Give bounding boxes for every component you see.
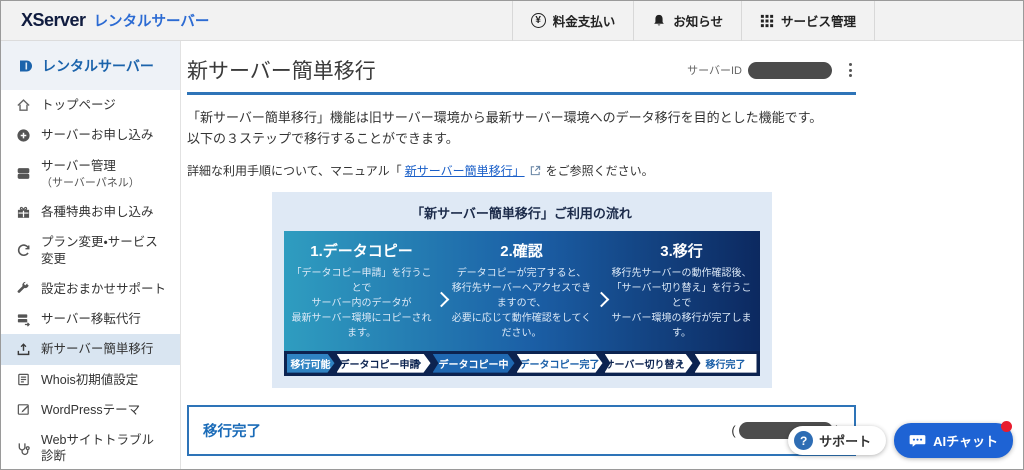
sidebar-item-setup-support[interactable]: 設定おまかせサポート (1, 274, 180, 304)
migration-status-strip: 移行可能 データコピー申請 データコピー中 データコピー完了 サーバー切り替え … (283, 350, 760, 376)
sidebar-item-sublabel: （サーバーパネル） (41, 176, 140, 189)
sidebar-item-new-server-migration[interactable]: 新サーバー簡単移行 (1, 334, 180, 365)
kebab-menu-icon[interactable] (845, 61, 856, 79)
title-row: 新サーバー簡単移行 サーバーID (187, 55, 856, 95)
sidebar-item-top-page[interactable]: トップページ (1, 90, 180, 120)
status-step-migratable: 移行可能 (287, 354, 335, 373)
service-management-menu-item[interactable]: サービス管理 (740, 1, 874, 41)
document-icon (17, 373, 29, 386)
flow-title: 「新サーバー簡単移行」ご利用の流れ (411, 205, 632, 221)
question-icon: ? (794, 431, 814, 450)
migration-complete-label: 移行完了 (203, 423, 261, 440)
ai-chat-label: AIチャット (933, 434, 998, 449)
sidebar-item-server-transfer[interactable]: サーバー移転代行 (1, 304, 180, 334)
chevron-right-icon (593, 240, 610, 341)
sidebar-item-label: 各種特典お申し込み (41, 205, 154, 220)
plus-circle-icon (16, 129, 30, 142)
service-management-label: サービス管理 (780, 15, 856, 29)
server-id-redacted (748, 61, 832, 79)
support-label: サポート (819, 434, 872, 449)
sidebar-item-label: トップページ (41, 98, 116, 112)
topbar: XServer レンタルサーバー ¥ 料金支払い お知らせ サービス管理 (1, 1, 1023, 41)
refresh-icon (17, 244, 29, 257)
flow-step-3-title: 3.移行 (660, 242, 703, 260)
sidebar-item-wordpress-theme[interactable]: WordPressテーマ (1, 395, 180, 425)
payment-label: 料金支払い (552, 15, 616, 29)
flow-step-1: 1.データコピー 「データコピー申請」を行うことで サーバー内のデータが 最新サ… (290, 240, 434, 341)
sidebar-item-website-diagnosis[interactable]: Webサイトトラブル診断 (1, 425, 180, 469)
flow-gradient-box: 1.データコピー 「データコピー申請」を行うことで サーバー内のデータが 最新サ… (283, 230, 760, 376)
server-transfer-icon (17, 314, 30, 327)
manual-note: 詳細な利用手順について、マニュアル「 新サーバー簡単移行」 をご参照ください。 (187, 162, 654, 179)
theme-icon (17, 404, 29, 416)
app-window: XServer レンタルサーバー ¥ 料金支払い お知らせ サービス管理 レンタ… (0, 0, 1024, 470)
grid-icon (760, 14, 774, 27)
flow-step-2-title: 2.確認 (500, 242, 543, 260)
flow-step-2: 2.確認 データコピーが完了すると、 移行先サーバーへアクセスできますので、 必… (450, 240, 594, 341)
flow-step-1-title: 1.データコピー (310, 242, 413, 260)
sidebar-item-label: サーバー移転代行 (41, 312, 141, 327)
gift-icon (17, 206, 29, 218)
brand-logo[interactable]: XServer レンタルサーバー (1, 10, 209, 31)
status-step-copy-complete: データコピー完了 (517, 354, 603, 373)
upload-icon (17, 343, 29, 355)
page-title: 新サーバー簡単移行 (187, 60, 376, 83)
sidebar-item-benefits-application[interactable]: 各種特典お申し込み (1, 197, 180, 227)
sidebar-item-label: Whois初期値設定 (41, 372, 139, 387)
migration-complete-box: 移行完了 ( ) (187, 404, 856, 456)
wrench-icon (17, 282, 29, 294)
support-button[interactable]: ? サポート (788, 426, 887, 455)
flow-banner: 「新サーバー簡単移行」ご利用の流れ 1.データコピー 「データコピー申請」を行う… (271, 191, 772, 388)
brand-suffix: レンタルサーバー (93, 14, 210, 30)
sidebar: レンタルサーバー トップページ サーバーお申し込み サーバー管理 （サーバーパネ… (1, 41, 181, 469)
payment-menu-item[interactable]: ¥ 料金支払い (511, 1, 634, 41)
floating-buttons: ? サポート AIチャット (788, 421, 1013, 458)
external-link-icon (530, 165, 540, 175)
chevron-right-icon (433, 240, 450, 341)
sidebar-item-plan-change[interactable]: プラン変更・サービス変更 (1, 227, 180, 274)
yen-circle-icon: ¥ (530, 13, 546, 28)
ai-chat-button[interactable]: AIチャット (894, 421, 1013, 458)
status-step-copying: データコピー中 (433, 354, 515, 373)
sidebar-item-label: サーバーお申し込み (41, 128, 154, 143)
server-id-label: サーバーID (687, 65, 742, 77)
manual-link[interactable]: 新サーバー簡単移行」 (405, 162, 525, 179)
sidebar-item-label: プラン変更・サービス変更 (41, 235, 158, 266)
sidebar-item-whois-settings[interactable]: Whois初期値設定 (1, 365, 180, 395)
sidebar-item-label: WordPressテーマ (41, 402, 141, 417)
brand-name: XServer (21, 10, 86, 30)
status-step-copy-request: データコピー申請 (337, 354, 431, 373)
description-line-1: 「新サーバー簡単移行」機能は旧サーバー環境から最新サーバー環境へのデータ移行を目… (187, 110, 823, 125)
bell-icon (654, 14, 665, 26)
home-icon (16, 98, 30, 111)
main-content: 新サーバー簡単移行 サーバーID 「新サーバー簡単移行」機能は旧サーバー環境から… (181, 41, 1023, 469)
sidebar-item-server-management[interactable]: サーバー管理 （サーバーパネル） (1, 151, 180, 198)
status-step-migration-complete: 移行完了 (694, 353, 757, 373)
sidebar-header-rental-server[interactable]: レンタルサーバー (1, 41, 180, 90)
server-icon (17, 168, 29, 180)
sidebar-item-label: サーバー管理 （サーバーパネル） (41, 158, 140, 189)
description-line-2: 以下の３ステップで移行することができます。 (187, 130, 459, 146)
book-server-icon (20, 60, 32, 72)
chat-bubble-icon (909, 435, 926, 447)
sidebar-item-server-application[interactable]: サーバーお申し込み (1, 120, 180, 150)
sidebar-item-label: Webサイトトラブル診断 (41, 433, 154, 464)
status-step-server-switch: サーバー切り替え (605, 354, 693, 373)
description: 「新サーバー簡単移行」機能は旧サーバー環境から最新サーバー環境へのデータ移行を目… (187, 108, 856, 150)
notification-dot (1001, 421, 1012, 432)
notifications-label: お知らせ (673, 15, 723, 29)
stethoscope-icon (18, 443, 30, 455)
flow-step-3: 3.移行 移行先サーバーの動作確認後、 「サーバー切り替え」を行うことで サーバ… (610, 240, 754, 341)
topbar-menu: ¥ 料金支払い お知らせ サービス管理 (511, 1, 875, 41)
sidebar-header-label: レンタルサーバー (42, 58, 154, 74)
sidebar-item-label: 新サーバー簡単移行 (41, 342, 154, 357)
notifications-menu-item[interactable]: お知らせ (633, 1, 741, 41)
sidebar-item-label: 設定おまかせサポート (41, 281, 167, 296)
